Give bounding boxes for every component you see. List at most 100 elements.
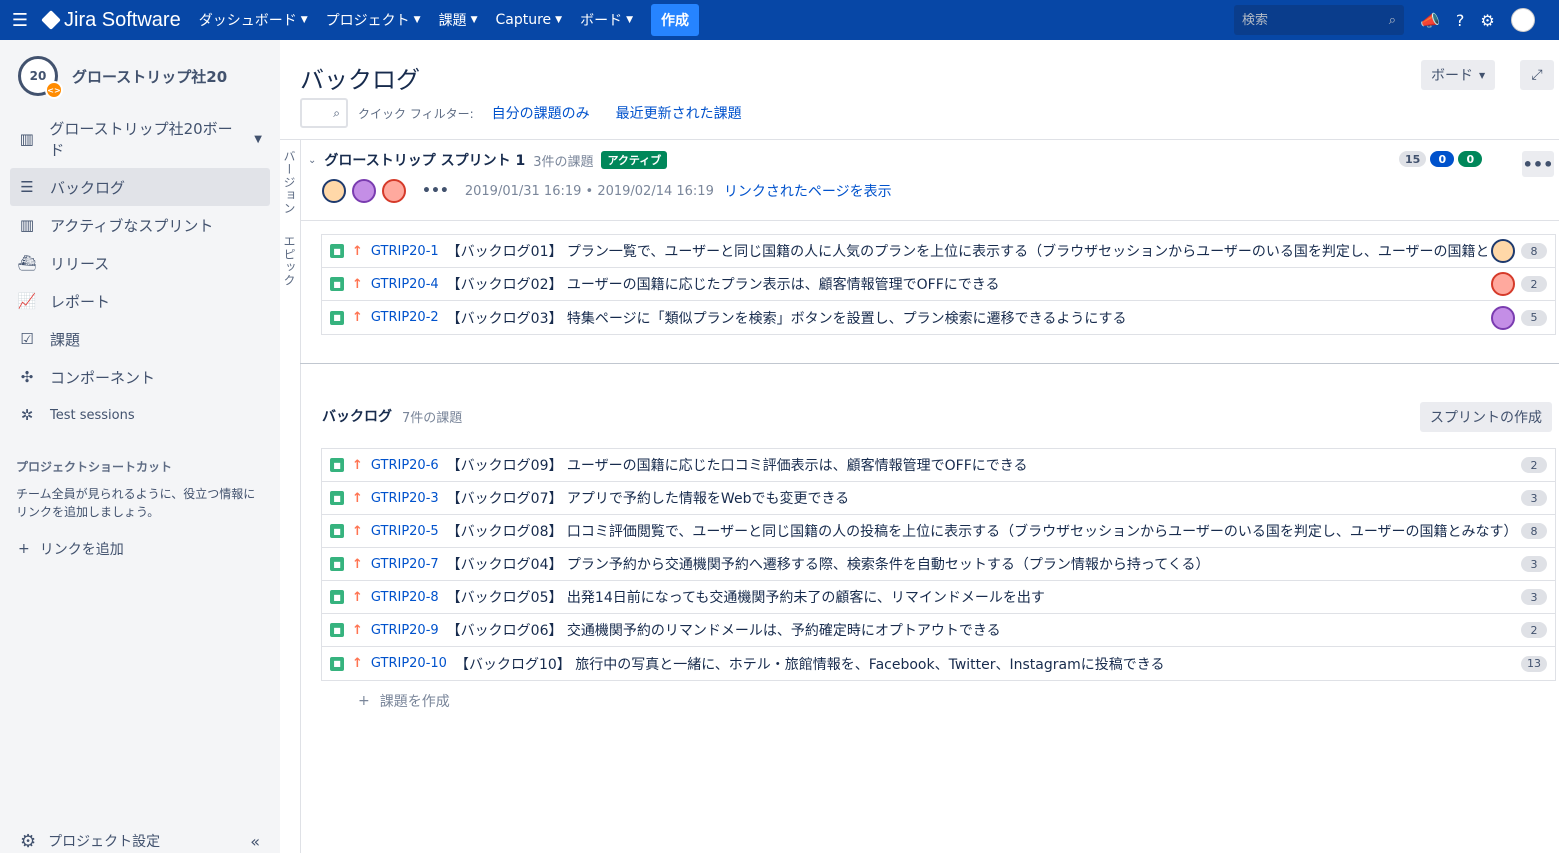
issue-key[interactable]: GTRIP20-10 [371,656,447,671]
priority-high-icon: ↑ [352,490,363,506]
estimate-badge: 13 [1521,655,1547,672]
nav-boards[interactable]: ボード ▼ [580,10,633,30]
chevron-down-icon: ▼ [254,133,262,145]
sidebar-item-active-sprints[interactable]: ▥ アクティブなスプリント [10,206,270,244]
menu-icon[interactable]: ☰ [0,0,40,40]
sidebar-item-reports[interactable]: 📈 レポート [10,282,270,320]
avatar [1491,272,1515,296]
issue-summary: 【バックログ01】 プラン一覧で、ユーザーと同じ国籍の人に人気のプランを上位に表… [446,244,1487,260]
board-dropdown-button[interactable]: ボード ▼ [1421,60,1496,90]
issue-key[interactable]: GTRIP20-3 [371,491,439,506]
done-points-badge: 0 [1458,151,1483,167]
sidebar-item-label: コンポーネント [50,368,156,387]
backlog-issue-list: ■ ↑ GTRIP20-6 【バックログ09】 ユーザーの国籍に応じた口コミ評価… [321,448,1556,681]
user-avatar[interactable] [1510,8,1535,32]
quick-filter-recently-updated[interactable]: 最近更新された課題 [616,103,742,123]
story-icon: ■ [330,623,344,637]
nav-dashboard[interactable]: ダッシュボード ▼ [199,10,308,30]
issue-key[interactable]: GTRIP20-1 [371,244,439,259]
table-row[interactable]: ■ ↑ GTRIP20-1 【バックログ01】 プラン一覧で、ユーザーと同じ国籍… [322,235,1555,268]
in-progress-points-badge: 0 [1430,151,1455,167]
issue-key[interactable]: GTRIP20-4 [371,277,439,292]
search-input[interactable] [1242,12,1362,28]
avatar[interactable] [322,179,346,203]
priority-high-icon: ↑ [352,310,363,325]
filter-search-input[interactable]: ⌕ [300,98,348,128]
product-name: Jira Software [64,8,181,31]
priority-high-icon: ↑ [352,523,363,539]
fullscreen-button[interactable]: ⤢ [1520,60,1554,90]
add-link-label: リンクを追加 [39,542,124,558]
chevron-down-icon: ▼ [300,15,308,25]
more-assignees-icon[interactable]: ••• [422,183,449,199]
estimate-badge: 3 [1521,589,1547,605]
table-row[interactable]: ■ ↑ GTRIP20-3 【バックログ07】 アプリで予約した情報をWebでも… [322,482,1555,515]
sidebar-item-label: リリース [50,254,110,273]
tab-epics[interactable]: エピック [282,235,298,287]
issue-key[interactable]: GTRIP20-7 [371,557,439,572]
nav-label: Capture [495,12,552,28]
board-selector[interactable]: ▥ グローストリップ社20ボード ▼ [10,120,270,159]
sidebar-item-releases[interactable]: ⛴ リリース [10,244,270,282]
nav-projects[interactable]: プロジェクト ▼ [326,10,421,30]
help-icon[interactable]: ? [1456,11,1465,30]
collapse-sidebar-icon[interactable]: « [250,832,260,851]
sidebar-item-components[interactable]: ✣ コンポーネント [10,358,270,396]
table-row[interactable]: ■ ↑ GTRIP20-8 【バックログ05】 出発14日前になっても交通機関予… [322,581,1555,614]
create-button[interactable]: 作成 [651,4,699,36]
chevron-down-icon[interactable]: ⌄ [308,155,316,166]
nav-label: 課題 [438,13,467,29]
page-title: バックログ [300,66,420,94]
issue-summary: 【バックログ03】 特集ページに「類似プランを検索」ボタンを設置し、プラン検索に… [446,310,1127,327]
issue-key[interactable]: GTRIP20-2 [371,310,439,325]
sidebar-item-test-sessions[interactable]: ✲ Test sessions [10,396,270,434]
story-icon: ■ [330,491,344,505]
megaphone-icon[interactable]: 📣 [1420,11,1440,30]
jira-logo[interactable]: Jira Software [40,9,181,32]
table-row[interactable]: ■ ↑ GTRIP20-9 【バックログ06】 交通機関予約のリマンドメールは、… [322,614,1555,647]
search-box[interactable]: ⌕ [1234,5,1404,35]
project-settings-label: プロジェクト設定 [48,834,161,850]
project-name: グローストリップ社20 [72,67,228,86]
priority-high-icon: ↑ [352,457,363,473]
avatar[interactable] [352,179,376,203]
quick-filter-my-issues[interactable]: 自分の課題のみ [492,103,590,123]
create-issue-button[interactable]: + 課題を作成 [358,691,450,711]
issue-key[interactable]: GTRIP20-5 [371,524,439,539]
nav-capture[interactable]: Capture ▼ [495,12,562,28]
avatar [1491,239,1515,263]
table-row[interactable]: ■ ↑ GTRIP20-7 【バックログ04】 プラン予約から交通機関予約へ遷移… [322,548,1555,581]
create-sprint-button[interactable]: スプリントの作成 [1420,402,1552,432]
story-icon: ■ [330,557,344,571]
story-icon: ■ [330,656,344,671]
tab-versions[interactable]: バージョン [282,150,298,215]
sidebar-item-backlog[interactable]: ☰ バックログ [10,168,270,206]
table-row[interactable]: ■ ↑ GTRIP20-4 【バックログ02】 ユーザーの国籍に応じたプラン表示… [322,268,1555,301]
sidebar-item-issues[interactable]: ☑ 課題 [10,320,270,358]
estimate-badge: 2 [1521,457,1547,473]
board-button-label: ボード [1431,68,1473,84]
main-content: バックログ ボード ▼ ⤢ ⌕ クイック フィルター: 自分の課題のみ 最近更新… [280,40,1559,853]
sidebar-item-label: Test sessions [50,407,135,423]
table-row[interactable]: ■ ↑ GTRIP20-5 【バックログ08】 口コミ評価閲覧で、ユーザーと同じ… [322,515,1555,548]
table-row[interactable]: ■ ↑ GTRIP20-2 【バックログ03】 特集ページに「類似プランを検索」… [322,301,1555,334]
gear-icon[interactable]: ⚙ [1480,11,1494,30]
chevron-down-icon: ▼ [1479,70,1486,80]
avatar[interactable] [382,179,406,203]
add-link-button[interactable]: + リンクを追加 [0,539,280,559]
issue-key[interactable]: GTRIP20-8 [371,590,439,605]
backlog-name: バックログ [322,409,392,425]
table-row[interactable]: ■ ↑ GTRIP20-6 【バックログ09】 ユーザーの国籍に応じた口コミ評価… [322,449,1555,482]
project-avatar[interactable]: 20 <> [18,56,63,99]
sidebar-item-label: アクティブなスプリント [50,216,214,235]
table-row[interactable]: ■ ↑ GTRIP20-10 【バックログ10】 旅行中の写真と一緒に、ホテル・… [322,647,1555,680]
issue-summary: 【バックログ09】 ユーザーの国籍に応じた口コミ評価表示は、顧客情報管理でOFF… [446,458,1028,474]
nav-issues[interactable]: 課題 ▼ [439,10,478,30]
linked-pages-link[interactable]: リンクされたページを表示 [724,181,892,201]
project-settings-link[interactable]: ⚙ プロジェクト設定 [20,831,160,852]
sprint-more-button[interactable]: ••• [1522,151,1554,177]
issue-key[interactable]: GTRIP20-9 [371,623,439,638]
project-header: 20 <> グローストリップ社20 [0,40,280,112]
expand-icon: ⤢ [1531,67,1543,83]
issue-key[interactable]: GTRIP20-6 [371,458,439,473]
